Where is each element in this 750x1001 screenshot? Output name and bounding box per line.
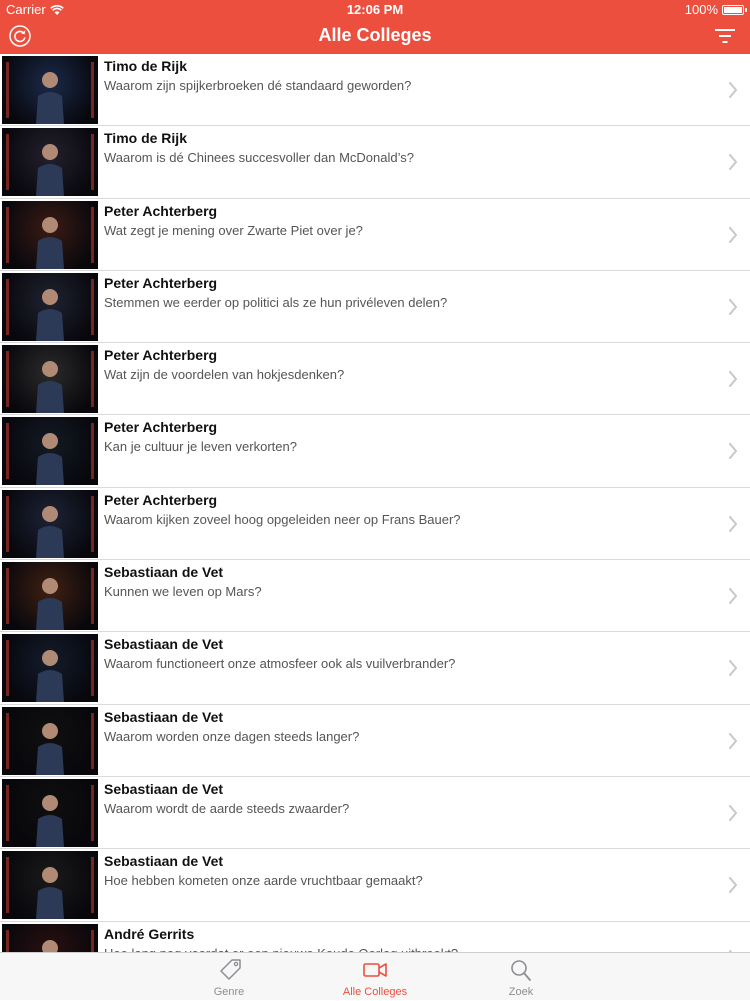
page-title: Alle Colleges (318, 25, 432, 45)
speaker-name: Sebastiaan de Vet (104, 780, 224, 797)
speaker-name: Sebastiaan de Vet (104, 853, 224, 870)
college-row[interactable]: Peter Achterberg Stemmen we eerder op pol… (0, 270, 750, 344)
chevron-right-icon (729, 732, 737, 749)
college-row[interactable]: Timo de Rijk Waarom zijn spijkerbroeken d… (0, 54, 750, 127)
college-thumbnail (2, 778, 98, 847)
video-camera-icon (363, 963, 387, 977)
college-title: Stemmen we eerder op politici als ze hun… (104, 294, 448, 310)
college-thumbnail (2, 489, 98, 558)
battery-percentage: 100% (684, 2, 718, 17)
college-row[interactable]: Sebastiaan de Vet Waarom functioneert onz… (0, 632, 750, 705)
college-thumbnail (2, 634, 98, 703)
college-row[interactable]: Peter Achterberg Waarom kijken zoveel hoo… (0, 487, 750, 561)
college-thumbnail (2, 128, 98, 197)
college-title: Waarom kijken zoveel hoog opgeleiden nee… (104, 511, 461, 527)
speaker-name: Timo de Rijk (104, 130, 187, 147)
college-title: Kan je cultuur je leven verkorten? (104, 439, 297, 455)
speaker-name: Peter Achterberg (104, 274, 218, 291)
tab-bar: Genre Alle Colleges Zoek (0, 952, 750, 1000)
college-row[interactable]: Sebastiaan de Vet Kunnen we leven op Mars… (0, 560, 750, 633)
navigation-bar: Alle Colleges (0, 20, 750, 54)
tab-label: Alle Colleges (342, 986, 408, 998)
speaker-name: Sebastiaan de Vet (104, 636, 224, 653)
college-thumbnail (2, 56, 98, 124)
college-thumbnail (2, 923, 98, 952)
battery-icon (722, 5, 747, 15)
search-icon (511, 960, 531, 981)
battery-indicator: 100% (684, 0, 747, 20)
tab-zoek[interactable]: Zoek (461, 953, 581, 1001)
chevron-right-icon (729, 154, 737, 171)
tag-icon (220, 959, 241, 980)
tab-genre[interactable]: Genre (169, 953, 289, 1001)
college-row[interactable]: Sebastiaan de Vet Hoe hebben kometen onze… (0, 849, 750, 922)
college-thumbnail (2, 851, 98, 920)
college-thumbnail (2, 417, 98, 486)
chevron-right-icon (729, 226, 737, 243)
chevron-right-icon (729, 877, 737, 894)
college-list: Timo de Rijk Waarom zijn spijkerbroeken d… (0, 54, 750, 952)
college-row[interactable]: Peter Achterberg Wat zijn de voordelen va… (0, 343, 750, 416)
speaker-name: Peter Achterberg (104, 347, 218, 364)
college-thumbnail (2, 200, 98, 269)
college-row[interactable]: André GerritsHoe lang nog voordat er een… (0, 921, 750, 952)
clock: 12:06 PM (346, 2, 404, 17)
speaker-name: André Gerrits (104, 925, 195, 942)
tab-label: Zoek (508, 986, 534, 998)
chevron-right-icon (729, 515, 737, 532)
college-title: Waarom worden onze dagen steeds langer? (104, 728, 360, 744)
tab-label: Genre (213, 986, 245, 998)
filter-icon[interactable] (714, 27, 736, 45)
college-title: Waarom is dé Chinees succesvoller dan Mc… (104, 150, 414, 166)
college-title: Hoe hebben kometen onze aarde vruchtbaar… (104, 873, 423, 889)
college-title: Waarom zijn spijkerbroeken dé standaard … (104, 78, 412, 93)
speaker-name: Timo de Rijk (104, 58, 187, 74)
college-row[interactable]: Timo de Rijk Waarom is dé Chinees succesv… (0, 126, 750, 199)
speaker-name: Sebastiaan de Vet (104, 708, 224, 725)
college-title: Wat zegt je mening over Zwarte Piet over… (104, 222, 363, 238)
college-row[interactable]: Peter Achterberg Kan je cultuur je leven … (0, 415, 750, 488)
chevron-right-icon (729, 588, 737, 605)
college-title: Kunnen we leven op Mars? (104, 584, 262, 600)
status-bar: Carrier 12:06 PM 100% (0, 0, 750, 20)
chevron-right-icon (729, 82, 737, 98)
college-title: Wat zijn de voordelen van hokjesdenken? (104, 367, 345, 383)
chevron-right-icon (729, 443, 737, 460)
speaker-name: Peter Achterberg (104, 491, 218, 508)
college-thumbnail (2, 562, 98, 631)
speaker-name: Sebastiaan de Vet (104, 564, 224, 581)
college-row[interactable]: Sebastiaan de Vet Waarom worden onze dage… (0, 704, 750, 777)
college-row[interactable]: Peter Achterberg Wat zegt je mening over … (0, 198, 750, 271)
tab-alle-colleges[interactable]: Alle Colleges (315, 953, 435, 1001)
chevron-right-icon (729, 660, 737, 677)
college-thumbnail (2, 272, 98, 341)
header: Carrier 12:06 PM 100% Alle Colleges (0, 0, 750, 54)
college-row[interactable]: Sebastiaan de Vet Waarom wordt de aarde s… (0, 776, 750, 850)
college-title: Waarom functioneert onze atmosfeer ook a… (104, 656, 456, 672)
chevron-right-icon (729, 298, 737, 315)
college-title: Waarom wordt de aarde steeds zwaarder? (104, 800, 350, 816)
chevron-right-icon (729, 804, 737, 821)
college-thumbnail (2, 345, 98, 414)
chevron-right-icon (729, 371, 737, 388)
speaker-name: Peter Achterberg (104, 419, 218, 436)
speaker-name: Peter Achterberg (104, 202, 218, 219)
college-thumbnail (2, 706, 98, 775)
